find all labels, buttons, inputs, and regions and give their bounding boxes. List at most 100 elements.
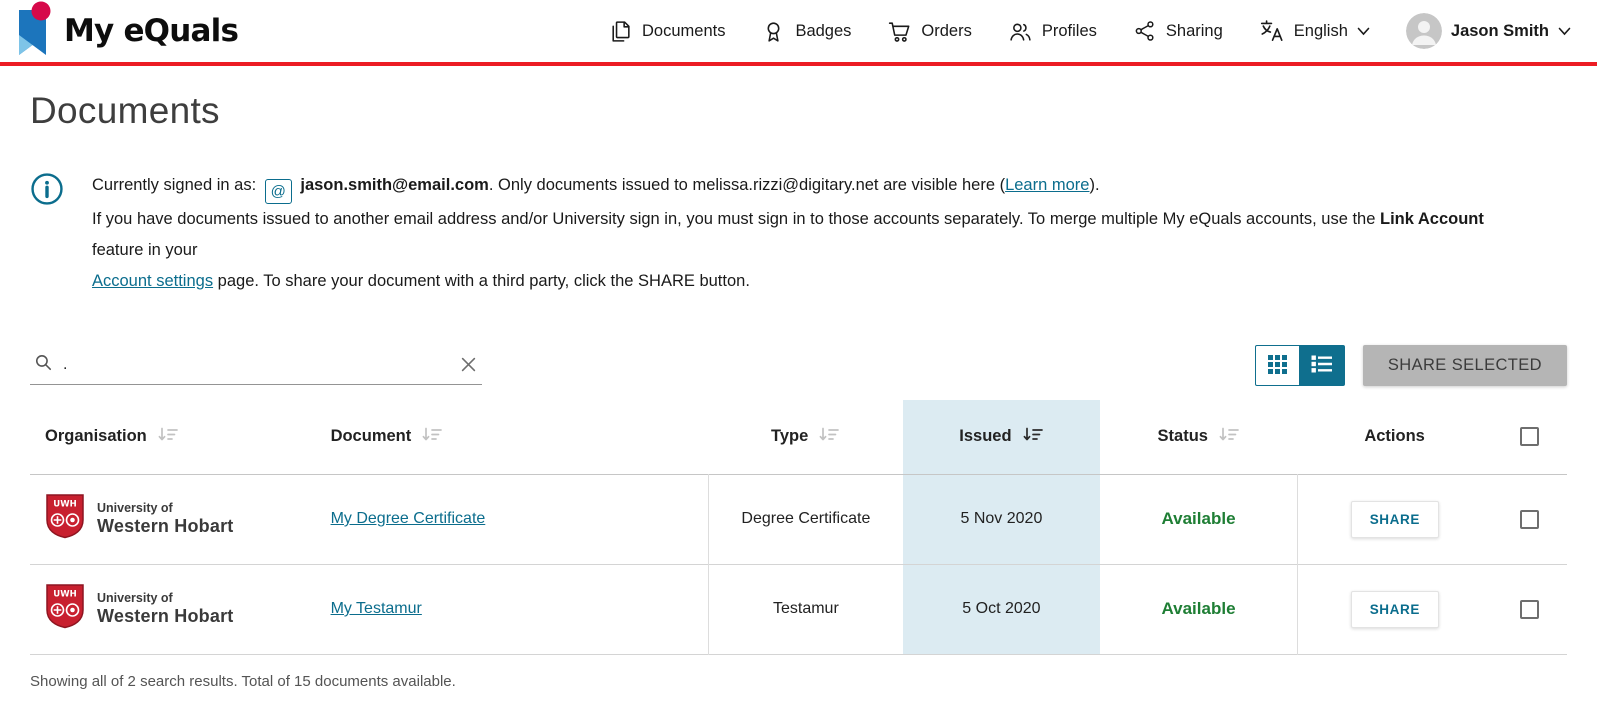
column-header-organisation[interactable]: Organisation: [30, 400, 316, 474]
organisation-name: University of Western Hobart: [97, 501, 234, 536]
share-button[interactable]: SHARE: [1350, 500, 1439, 538]
document-link[interactable]: My Degree Certificate: [331, 510, 486, 527]
sort-icon-document: [421, 427, 443, 447]
column-header-select: [1491, 400, 1567, 474]
search-box: [30, 347, 482, 385]
status-cell: Available: [1099, 564, 1299, 654]
link-account-emphasis: Link Account: [1379, 210, 1484, 228]
badges-icon: [761, 19, 786, 44]
nav-label-badges: Badges: [795, 21, 852, 40]
sharing-icon: [1133, 19, 1157, 43]
chevron-down-icon: [1558, 27, 1571, 36]
organisation-cell: UWH University of Western Hobart: [30, 474, 316, 564]
translate-icon: [1259, 18, 1285, 44]
status-badge: Available: [1161, 509, 1236, 528]
row-checkbox[interactable]: [1519, 599, 1539, 619]
info-text: Currently signed in as: @ jason.smith@em…: [92, 170, 1512, 297]
university-shield-logo: UWH: [45, 583, 85, 635]
issued-header-label: Issued: [959, 427, 1012, 446]
svg-text:UWH: UWH: [53, 500, 76, 510]
university-shield-logo: UWH: [45, 493, 85, 545]
organisation-cell: UWH University of Western Hobart: [30, 564, 316, 654]
nav-item-badges[interactable]: Badges: [761, 19, 851, 44]
info-after-email: . Only documents issued to melissa.rizzi…: [488, 176, 1006, 194]
type-header-label: Type: [770, 427, 809, 446]
table-row: UWH University of Western Hobart: [30, 564, 1567, 654]
chevron-down-icon: [1357, 27, 1370, 36]
signed-in-prefix: Currently signed in as:: [92, 176, 257, 194]
email-at-icon: @: [264, 179, 292, 204]
type-cell: Testamur: [772, 600, 839, 617]
account-settings-link[interactable]: Account settings: [92, 272, 213, 290]
language-label: English: [1293, 21, 1348, 40]
select-cell: [1491, 564, 1567, 654]
grid-view-icon: [1267, 354, 1288, 378]
table-header-row: Organisation Document Type Issued Status…: [30, 400, 1567, 474]
nav-item-documents[interactable]: Documents: [608, 19, 725, 44]
results-summary: Showing all of 2 search results. Total o…: [30, 672, 456, 690]
user-name: Jason Smith: [1450, 21, 1549, 40]
orders-cart-icon: [887, 19, 912, 44]
status-cell: Available: [1099, 474, 1299, 564]
organisation-header-label: Organisation: [45, 427, 147, 446]
language-selector[interactable]: English: [1259, 18, 1370, 44]
nav-label-sharing: Sharing: [1165, 21, 1223, 40]
clear-search-button[interactable]: [459, 355, 478, 374]
select-all-checkbox[interactable]: [1519, 427, 1539, 447]
row-checkbox[interactable]: [1519, 509, 1539, 529]
status-badge: Available: [1161, 599, 1236, 618]
column-header-issued[interactable]: Issued: [903, 400, 1100, 474]
info-line3-end: page. To share your document with a thir…: [217, 272, 750, 290]
nav-item-orders[interactable]: Orders: [887, 19, 972, 44]
svg-text:UWH: UWH: [53, 590, 76, 600]
my-equals-logo[interactable]: My eQuals: [14, 1, 239, 62]
actions-cell: SHARE: [1298, 564, 1492, 654]
sort-icon-status: [1218, 427, 1240, 447]
organisation-name-line1: University of: [97, 591, 173, 606]
info-line2-text: If you have documents issued to another …: [92, 210, 1376, 228]
documents-toolbar: SHARE SELECTED: [30, 345, 1567, 386]
learn-more-link[interactable]: Learn more: [1005, 176, 1089, 194]
nav-label-profiles: Profiles: [1041, 21, 1097, 40]
table-row: UWH University of Western Hobart: [30, 474, 1567, 564]
top-navigation-bar: My eQuals Documents Badges Orders Profil…: [0, 0, 1597, 66]
list-view-button[interactable]: [1299, 345, 1345, 386]
status-header-label: Status: [1157, 427, 1208, 446]
toolbar-right-group: SHARE SELECTED: [1254, 345, 1567, 386]
share-selected-button[interactable]: SHARE SELECTED: [1362, 345, 1567, 386]
user-avatar: [1405, 13, 1442, 49]
organisation-name-line2: Western Hobart: [97, 605, 234, 626]
info-icon: [30, 172, 64, 297]
nav-item-sharing[interactable]: Sharing: [1133, 19, 1223, 43]
page-title: Documents: [30, 90, 220, 131]
share-button[interactable]: SHARE: [1350, 590, 1439, 628]
list-view-icon: [1311, 354, 1333, 377]
organisation-name: University of Western Hobart: [97, 591, 234, 626]
signed-in-email: jason.smith@email.com: [300, 176, 489, 194]
type-cell: Degree Certificate: [741, 510, 871, 527]
column-header-status[interactable]: Status: [1100, 400, 1298, 474]
nav-item-profiles[interactable]: Profiles: [1008, 19, 1097, 44]
sort-icon-type: [818, 427, 840, 447]
view-toggle: [1254, 345, 1345, 386]
brand-bookmark-icon: [14, 1, 54, 62]
sort-icon-organisation: [157, 427, 179, 447]
info-after-learn-more: ).: [1089, 176, 1100, 194]
document-link[interactable]: My Testamur: [331, 600, 422, 617]
grid-view-button[interactable]: [1254, 345, 1300, 386]
document-cell: My Testamur: [315, 564, 709, 654]
documents-table: Organisation Document Type Issued Status…: [30, 400, 1567, 655]
organisation-name-line1: University of: [97, 501, 173, 516]
info-line-3: Account settings page. To share your doc…: [92, 266, 1512, 297]
select-cell: [1491, 474, 1567, 564]
search-input[interactable]: [63, 355, 449, 374]
info-banner: Currently signed in as: @ jason.smith@em…: [30, 170, 1567, 297]
documents-page: Documents Currently signed in as: @ jaso…: [0, 90, 1597, 690]
user-menu[interactable]: Jason Smith: [1405, 13, 1571, 49]
sort-icon-issued-active: [1022, 427, 1044, 447]
main-nav: Documents Badges Orders Profiles Sharing…: [608, 13, 1571, 49]
brand-name: My eQuals: [64, 13, 239, 49]
info-line-1: Currently signed in as: @ jason.smith@em…: [92, 170, 1512, 204]
column-header-document[interactable]: Document: [316, 400, 709, 474]
column-header-type[interactable]: Type: [708, 400, 903, 474]
